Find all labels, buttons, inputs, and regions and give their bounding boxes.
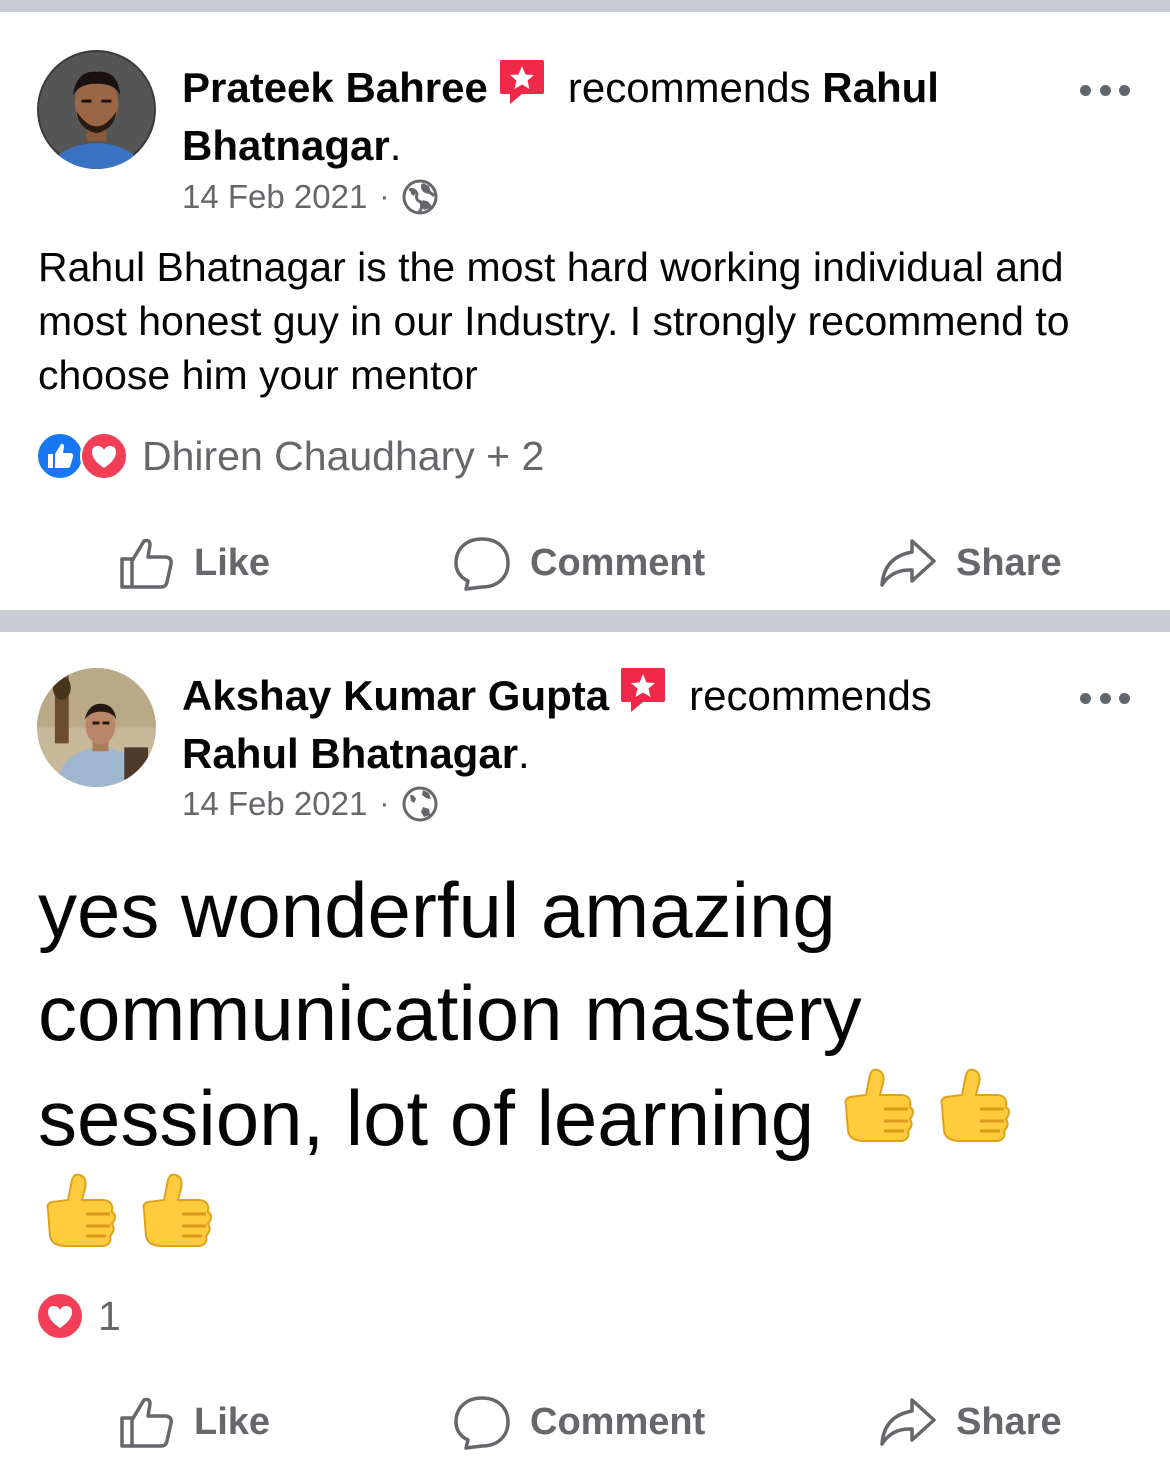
post-body-line: session, lot of learning	[38, 1065, 1138, 1170]
post-date[interactable]: 14 Feb 2021	[182, 178, 367, 216]
thumbs-up-outline-icon	[116, 533, 176, 593]
share-label: Share	[956, 1400, 1062, 1443]
post-body-line: yes wonderful amazing	[38, 866, 836, 954]
love-reaction-icon	[80, 432, 128, 480]
share-arrow-icon	[878, 1392, 938, 1452]
reactions-summary[interactable]: 1	[36, 1292, 121, 1340]
top-divider	[0, 0, 1170, 12]
comment-label: Comment	[530, 1400, 706, 1443]
avatar[interactable]	[37, 668, 156, 787]
thumbs-up-outline-icon	[116, 1392, 176, 1452]
thumbs-up-icon	[134, 1170, 216, 1258]
share-arrow-icon	[878, 533, 938, 593]
period: .	[389, 122, 402, 169]
author-name[interactable]: Prateek Bahree	[182, 64, 488, 111]
reactions-summary[interactable]: Dhiren Chaudhary + 2	[36, 432, 544, 480]
globe-icon	[401, 178, 439, 216]
recommended-name-part1: Rahul	[822, 64, 939, 111]
comment-bubble-icon	[452, 1392, 512, 1452]
like-reaction-icon	[36, 432, 84, 480]
comment-button[interactable]: Comment	[452, 528, 705, 598]
post-body-text: session, lot of learning	[38, 1074, 815, 1162]
comment-label: Comment	[530, 541, 706, 584]
like-button[interactable]: Like	[116, 1387, 270, 1457]
globe-icon	[401, 785, 439, 823]
meta-separator: ·	[379, 180, 390, 213]
post-meta: 14 Feb 2021 ·	[182, 785, 439, 823]
like-label: Like	[194, 541, 271, 584]
thumbs-up-icon	[932, 1065, 1014, 1153]
post-actions: Like Comment Share	[0, 1387, 1170, 1457]
post-body-line	[38, 1170, 1138, 1275]
recommendation-badge-icon	[496, 56, 548, 108]
recommends-text: recommends	[689, 672, 932, 719]
like-label: Like	[194, 1400, 271, 1443]
meta-separator: ·	[379, 787, 390, 820]
recommendation-badge-icon	[617, 664, 669, 716]
more-options-icon[interactable]	[1080, 82, 1130, 98]
comment-button[interactable]: Comment	[452, 1387, 705, 1457]
period: .	[518, 730, 530, 777]
recommended-name[interactable]: Rahul Bhatnagar	[182, 730, 518, 777]
post-body: Rahul Bhatnagar is the most hard working…	[38, 244, 1070, 398]
thumbs-up-icon	[836, 1065, 918, 1153]
post-header: Akshay Kumar Gupta recommends Rahul Bhatna…	[182, 664, 1012, 783]
recommendation-post: Prateek Bahree recommends Rahul Bhatnagar.…	[0, 12, 1170, 610]
avatar[interactable]	[37, 50, 156, 169]
recommends-text: recommends	[567, 64, 811, 111]
thumbs-up-icon	[38, 1170, 120, 1258]
post-header: Prateek Bahree recommends Rahul Bhatnagar.	[182, 56, 1012, 175]
share-label: Share	[956, 541, 1062, 584]
post-divider	[0, 610, 1170, 632]
recommendation-post: Akshay Kumar Gupta recommends Rahul Bhatna…	[0, 632, 1170, 1463]
more-options-icon[interactable]	[1080, 690, 1130, 706]
post-body: yes wonderful amazing communication mast…	[38, 859, 1138, 1275]
reactions-text: Dhiren Chaudhary + 2	[142, 432, 545, 479]
post-meta: 14 Feb 2021 ·	[182, 178, 439, 216]
love-reaction-icon	[36, 1292, 84, 1340]
post-date[interactable]: 14 Feb 2021	[182, 785, 367, 823]
recommended-name-part2: Bhatnagar	[182, 122, 390, 169]
post-actions: Like Comment Share	[0, 528, 1170, 598]
share-button[interactable]: Share	[878, 528, 1062, 598]
author-name[interactable]: Akshay Kumar Gupta	[182, 672, 609, 719]
like-button[interactable]: Like	[116, 528, 270, 598]
reactions-count: 1	[98, 1292, 121, 1339]
share-button[interactable]: Share	[878, 1387, 1062, 1457]
comment-bubble-icon	[452, 533, 512, 593]
post-body-line: communication mastery	[38, 969, 862, 1057]
